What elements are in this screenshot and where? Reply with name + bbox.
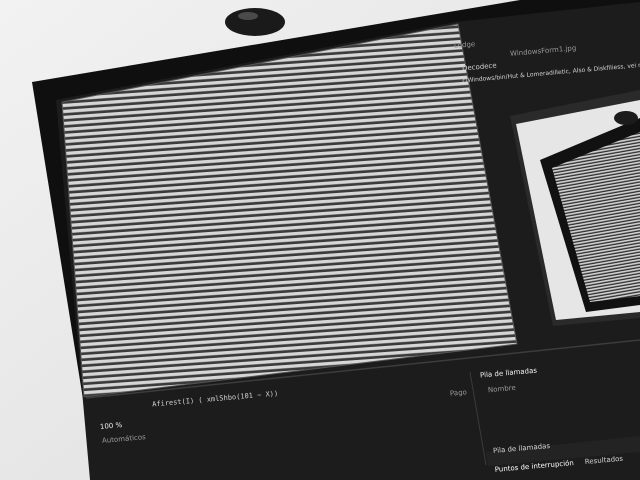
tab-call-stack[interactable]: Pila de llamadas — [493, 442, 551, 455]
webcam — [225, 8, 285, 36]
webcam-highlight — [238, 12, 258, 20]
tab-results[interactable]: Resultados — [585, 455, 624, 466]
stack-col-header-1: Pago — [449, 388, 468, 398]
preview-webcam — [614, 111, 638, 125]
